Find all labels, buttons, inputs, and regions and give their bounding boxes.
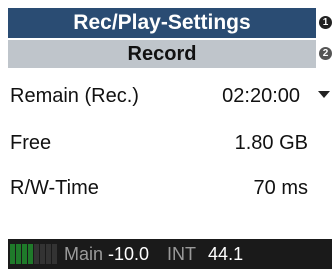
meter-segment [22, 244, 27, 264]
setting-value[interactable]: 02:20:00 [222, 85, 300, 108]
chevron-down-icon[interactable] [318, 91, 330, 98]
setting-value: 70 ms [253, 176, 308, 199]
page-number-icon-2[interactable]: 2 [319, 47, 332, 60]
clock-source-label: INT [167, 243, 197, 264]
level-meter [10, 244, 58, 264]
section-title: Record [127, 42, 197, 65]
channel-label: Main [64, 243, 104, 264]
meter-segment [52, 244, 57, 264]
sample-rate-value: 44.1 [208, 243, 244, 264]
setting-label: Remain (Rec.) [10, 84, 139, 107]
title-bar: Rec/Play-Settings [8, 8, 316, 38]
setting-label: R/W-Time [10, 176, 99, 199]
page-title: Rec/Play-Settings [73, 11, 251, 34]
meter-segment [10, 244, 15, 264]
meter-segment [46, 244, 51, 264]
setting-row-remain[interactable]: Remain (Rec.) 02:20:00 [8, 76, 332, 116]
setting-value: 1.80 GB [234, 131, 308, 154]
setting-row-rw-time: R/W-Time 70 ms [8, 168, 332, 208]
device-screen: Rec/Play-Settings 1 Record 2 Remain (Rec… [8, 8, 332, 269]
section-bar: Record [8, 40, 316, 68]
setting-row-free: Free 1.80 GB [8, 123, 332, 163]
meter-segment [34, 244, 39, 264]
page-number-icon-1[interactable]: 1 [319, 16, 332, 29]
setting-label: Free [10, 131, 52, 154]
meter-segment [16, 244, 21, 264]
channel-level-value: -10.0 [108, 243, 150, 264]
status-bar: Main -10.0 INT 44.1 [8, 239, 332, 269]
meter-segment [28, 244, 33, 264]
meter-segment [40, 244, 45, 264]
